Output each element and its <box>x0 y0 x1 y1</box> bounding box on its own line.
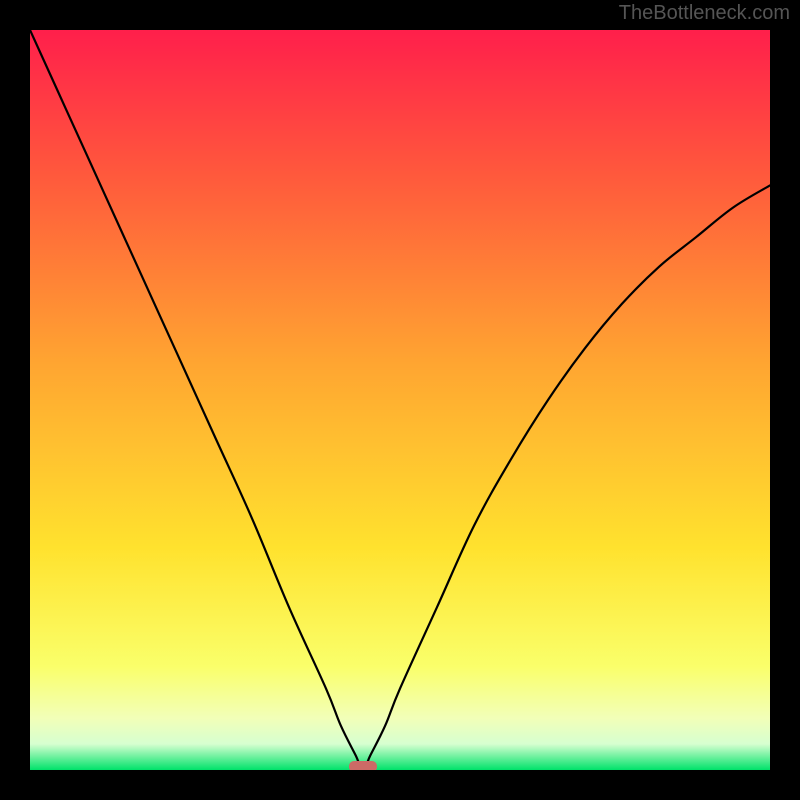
chart-background <box>30 30 770 770</box>
chart-plot-area <box>30 30 770 770</box>
chart-frame: TheBottleneck.com <box>0 0 800 800</box>
watermark-text: TheBottleneck.com <box>619 2 790 25</box>
minimum-marker <box>349 761 377 770</box>
chart-svg <box>30 30 770 770</box>
